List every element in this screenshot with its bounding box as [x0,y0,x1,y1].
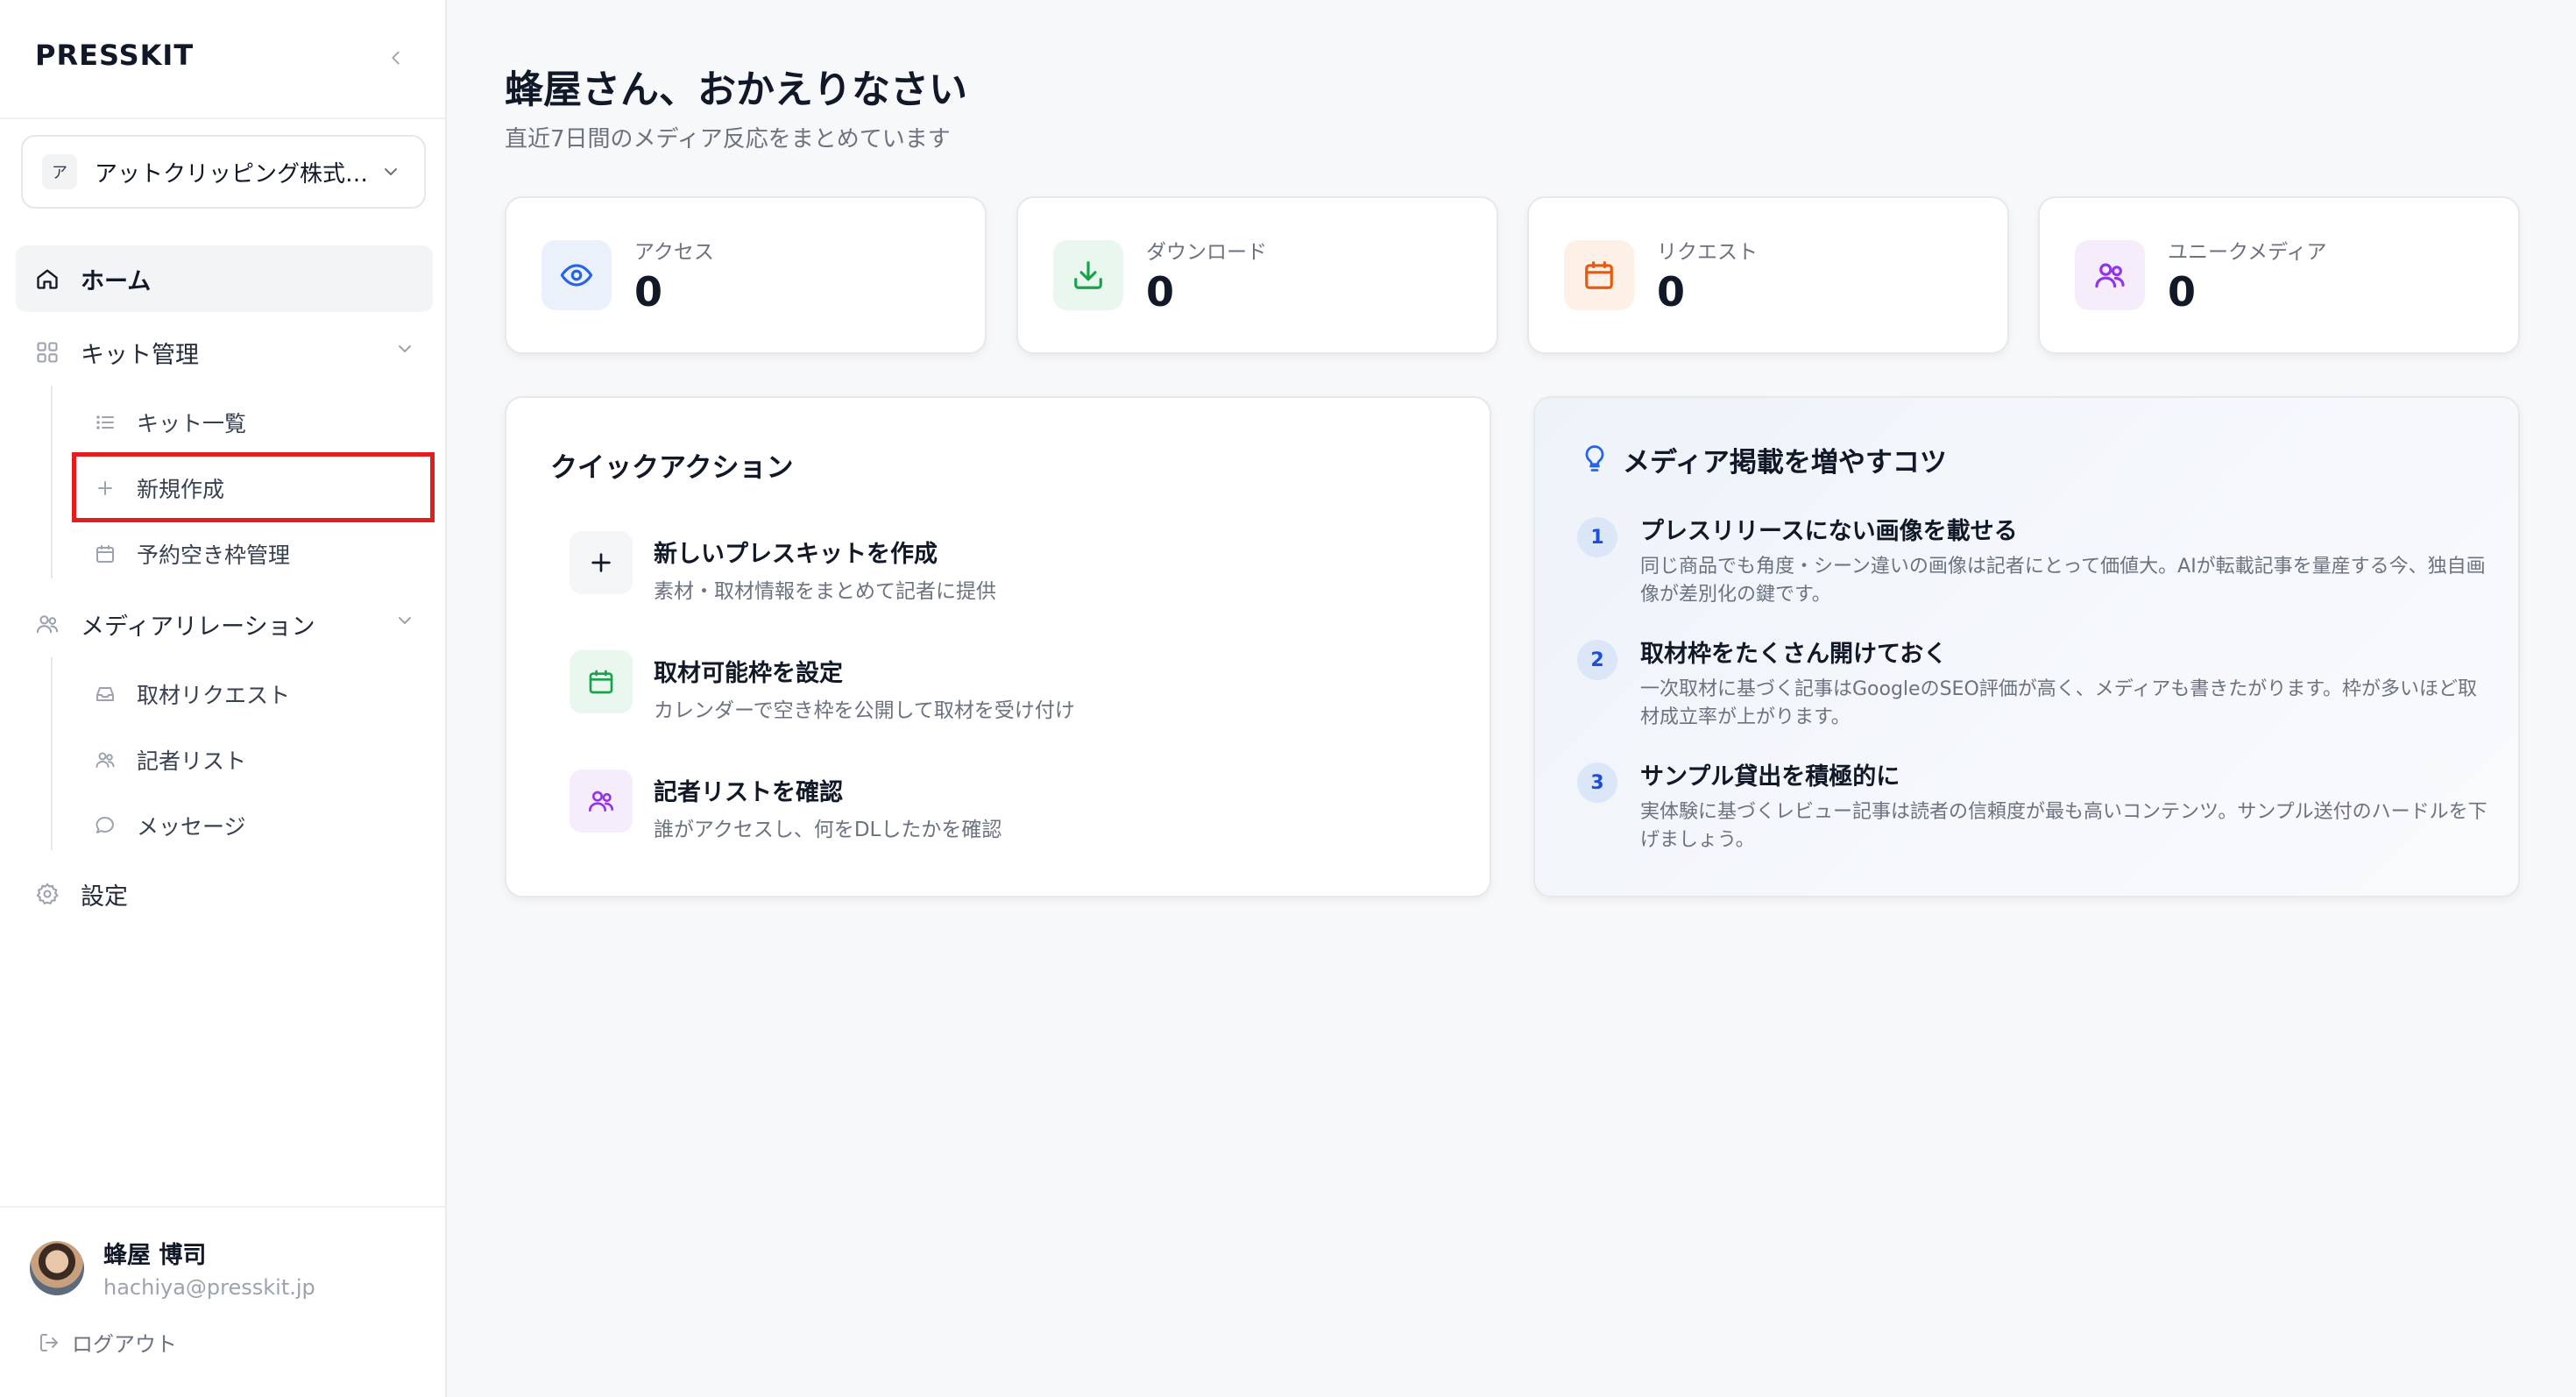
lightbulb-icon [1579,443,1610,478]
grid-icon [33,338,61,366]
nav-reporters-label: 記者リスト [137,748,247,774]
tip-title: プレスリリースにない画像を載せる [1640,518,2018,545]
sidebar: PRESSKIT ア アットクリッピング株式… ホーム キット管理 キット一覧 [0,0,447,1397]
nav-reporters[interactable]: 記者リスト [74,732,433,788]
calendar-icon [91,540,119,568]
stat-label: ユニークメディア [2168,241,2327,264]
avatar [30,1240,84,1295]
users-icon [2075,240,2145,310]
submenu-line [51,386,53,578]
stat-value: 0 [1146,268,1175,316]
inbox-icon [91,680,119,708]
company-selector[interactable]: ア アットクリッピング株式… [21,135,426,209]
stat-card-request: リクエスト 0 [1527,196,2009,354]
message-icon [91,812,119,840]
logout-icon [40,1333,58,1351]
action-set-availability[interactable]: 取材可能枠を設定 カレンダーで空き枠を公開して取材を受け付け [570,650,1075,723]
nav-messages[interactable]: メッセージ [74,798,433,854]
quick-actions-title: クイックアクション [550,452,794,484]
tip-desc: 同じ商品でも角度・シーン違いの画像は記者にとって価値大。AIが転載記事を量産する… [1640,556,2486,606]
chevron-down-icon [394,338,415,363]
users-icon [570,769,633,833]
nav-requests[interactable]: 取材リクエスト [74,666,433,722]
user-profile[interactable]: 蜂屋 博司 hachiya@presskit.jp [30,1236,315,1300]
user-email: hachiya@presskit.jp [103,1275,315,1300]
page-title: 蜂屋さん、おかえりなさい [505,67,967,112]
nav-kit-label: キット管理 [81,341,199,369]
action-title: 記者リストを確認 [654,779,843,806]
logout-label: ログアウト [72,1332,177,1357]
tip-number: 3 [1577,762,1617,803]
chevron-down-icon [385,168,397,175]
stat-label: アクセス [634,241,714,264]
home-icon [33,265,61,293]
nav-group-media[interactable]: メディアリレーション [16,596,433,652]
divider [0,117,445,119]
company-name: アットクリッピング株式… [95,160,369,188]
quick-actions-card: クイックアクション 新しいプレスキットを作成 素材・取材情報をまとめて記者に提供… [505,396,1491,897]
nav-kit-list[interactable]: キット一覧 [74,394,433,450]
eye-icon [541,240,612,310]
users-icon [91,746,119,774]
tip-title: サンプル貸出を積極的に [1640,763,1900,791]
stat-value: 0 [2168,268,2197,316]
tip-desc: 実体験に基づくレビュー記事は読者の信頼度が最も高いコンテンツ。サンプル送付のハー… [1640,801,2488,851]
nav-schedule[interactable]: 予約空き枠管理 [74,526,433,582]
divider [0,1206,445,1208]
nav-group-kit[interactable]: キット管理 [16,324,433,380]
action-desc: カレンダーで空き枠を公開して取材を受け付け [654,699,1075,722]
nav-home[interactable]: ホーム [16,245,433,312]
action-title: 取材可能枠を設定 [654,660,843,687]
nav-settings-label: 設定 [81,883,128,911]
stat-card-download: ダウンロード 0 [1016,196,1498,354]
action-check-reporters[interactable]: 記者リストを確認 誰がアクセスし、何をDLしたかを確認 [570,769,1001,842]
user-name: 蜂屋 博司 [103,1242,207,1269]
logout-button[interactable]: ログアウト [39,1327,177,1358]
nav-messages-label: メッセージ [137,814,246,840]
tips-card: メディア掲載を増やすコツ 1 プレスリリースにない画像を載せる 同じ商品でも角度… [1533,396,2520,897]
tip-number: 2 [1577,640,1617,680]
company-badge: ア [42,154,77,189]
nav-home-label: ホーム [81,267,152,295]
highlight-box [72,452,435,522]
stat-card-access: アクセス 0 [505,196,987,354]
stat-value: 0 [1657,268,1686,316]
nav-requests-label: 取材リクエスト [137,683,291,708]
page-subtitle: 直近7日間のメディア反応をまとめています [505,126,951,152]
tip-desc: 一次取材に基づく記事はGoogleのSEO評価が高く、メディアも書きたがります。… [1640,678,2478,728]
brand-logo[interactable]: PRESSKIT [35,39,194,72]
gear-icon [33,880,61,908]
action-create-presskit[interactable]: 新しいプレスキットを作成 素材・取材情報をまとめて記者に提供 [570,531,996,604]
tip-item: 1 プレスリリースにない画像を載せる 同じ商品でも角度・シーン違いの画像は記者に… [1577,512,2488,609]
plus-icon [570,531,633,594]
stat-label: リクエスト [1657,241,1758,264]
nav-schedule-label: 予約空き枠管理 [137,542,291,568]
download-icon [1053,240,1123,310]
tip-item: 3 サンプル貸出を積極的に 実体験に基づくレビュー記事は読者の信頼度が最も高いコ… [1577,757,2488,855]
stat-card-unique-media: ユニークメディア 0 [2038,196,2520,354]
nav-kit-list-label: キット一覧 [137,411,247,436]
list-icon [91,408,119,436]
action-title: 新しいプレスキットを作成 [654,541,938,568]
action-desc: 誰がアクセスし、何をDLしたかを確認 [654,819,1002,841]
stat-label: ダウンロード [1146,241,1267,264]
chevron-left-icon [392,51,400,65]
tips-title: メディア掲載を増やすコツ [1623,447,1947,479]
nav-settings[interactable]: 設定 [16,866,433,922]
tip-title: 取材枠をたくさん開けておく [1640,641,1948,668]
calendar-icon [1564,240,1634,310]
tip-item: 2 取材枠をたくさん開けておく 一次取材に基づく記事はGoogleのSEO評価が… [1577,635,2488,732]
chevron-down-icon [394,610,415,635]
tip-number: 1 [1577,517,1617,557]
calendar-icon [570,650,633,713]
submenu-line [51,657,53,850]
nav-media-label: メディアリレーション [81,613,315,641]
collapse-sidebar-button[interactable] [382,44,410,72]
action-desc: 素材・取材情報をまとめて記者に提供 [654,580,996,603]
stat-value: 0 [634,268,663,316]
users-icon [33,610,61,638]
